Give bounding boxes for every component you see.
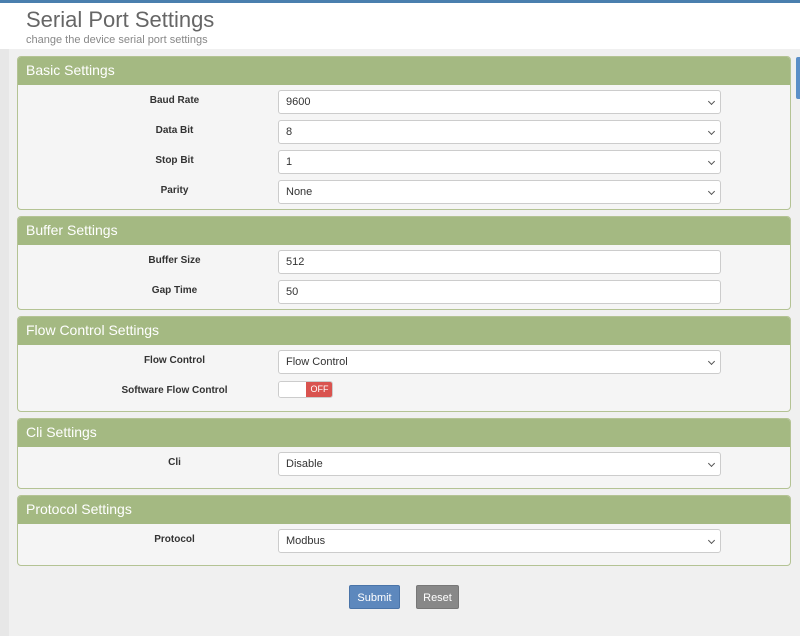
buffer-settings-panel: Buffer Settings Buffer Size 512 Gap Time… (17, 216, 791, 310)
flow-control-select[interactable]: Flow Control (278, 350, 721, 374)
software-flow-control-label: Software Flow Control (121, 385, 228, 396)
buffer-size-row: Buffer Size 512 (18, 250, 790, 274)
toggle-off-label: OFF (306, 382, 332, 397)
page-header: Serial Port Settings change the device s… (0, 3, 800, 49)
stop-bit-value: 1 (286, 156, 293, 168)
flow-control-row: Flow Control Flow Control (18, 350, 790, 374)
cli-settings-panel: Cli Settings Cli Disable (17, 418, 791, 489)
flow-control-settings-panel: Flow Control Settings Flow Control Flow … (17, 316, 791, 412)
page-subtitle: change the device serial port settings (26, 34, 208, 46)
gap-time-row: Gap Time 50 (18, 280, 790, 304)
protocol-select[interactable]: Modbus (278, 529, 721, 553)
stop-bit-row: Stop Bit 1 (18, 150, 790, 174)
chevron-down-icon (707, 127, 716, 136)
protocol-label: Protocol (154, 534, 195, 545)
baud-rate-label: Baud Rate (149, 95, 200, 106)
data-bit-select[interactable]: 8 (278, 120, 721, 144)
chevron-down-icon (707, 97, 716, 106)
chevron-down-icon (707, 357, 716, 366)
baud-rate-row: Baud Rate 9600 (18, 90, 790, 114)
parity-row: Parity None (18, 180, 790, 204)
reset-button[interactable]: Reset (416, 585, 459, 609)
submit-button[interactable]: Submit (349, 585, 400, 609)
cli-select[interactable]: Disable (278, 452, 721, 476)
parity-select[interactable]: None (278, 180, 721, 204)
parity-value: None (286, 186, 313, 198)
left-sidebar-edge (0, 49, 9, 636)
gap-time-value: 50 (286, 286, 299, 298)
protocol-settings-panel: Protocol Settings Protocol Modbus (17, 495, 791, 566)
chevron-down-icon (707, 157, 716, 166)
data-bit-row: Data Bit 8 (18, 120, 790, 144)
panel-title: Basic Settings (18, 57, 790, 85)
software-flow-control-row: Software Flow Control OFF (18, 380, 790, 404)
panel-title: Protocol Settings (18, 496, 790, 524)
protocol-value: Modbus (286, 535, 326, 547)
buffer-size-value: 512 (286, 256, 305, 268)
cli-row: Cli Disable (18, 452, 790, 476)
side-tab[interactable] (796, 57, 800, 99)
flow-control-value: Flow Control (286, 356, 348, 368)
chevron-down-icon (707, 459, 716, 468)
software-flow-control-toggle[interactable]: OFF (278, 381, 333, 398)
baud-rate-select[interactable]: 9600 (278, 90, 721, 114)
cli-value: Disable (286, 458, 323, 470)
gap-time-label: Gap Time (151, 285, 198, 296)
panel-title: Cli Settings (18, 419, 790, 447)
baud-rate-value: 9600 (286, 96, 311, 108)
parity-label: Parity (160, 185, 189, 196)
panel-title: Flow Control Settings (18, 317, 790, 345)
chevron-down-icon (707, 187, 716, 196)
basic-settings-panel: Basic Settings Baud Rate 9600 Data Bit 8… (17, 56, 791, 210)
data-bit-label: Data Bit (155, 125, 194, 136)
flow-control-label: Flow Control (143, 355, 206, 366)
protocol-row: Protocol Modbus (18, 529, 790, 553)
toggle-knob (279, 382, 306, 397)
stop-bit-select[interactable]: 1 (278, 150, 721, 174)
page-title: Serial Port Settings (26, 7, 215, 32)
panel-title: Buffer Settings (18, 217, 790, 245)
buffer-size-label: Buffer Size (148, 255, 201, 266)
gap-time-input[interactable]: 50 (278, 280, 721, 304)
stop-bit-label: Stop Bit (155, 155, 194, 166)
chevron-down-icon (707, 536, 716, 545)
buffer-size-input[interactable]: 512 (278, 250, 721, 274)
data-bit-value: 8 (286, 126, 293, 138)
cli-label: Cli (168, 457, 181, 468)
